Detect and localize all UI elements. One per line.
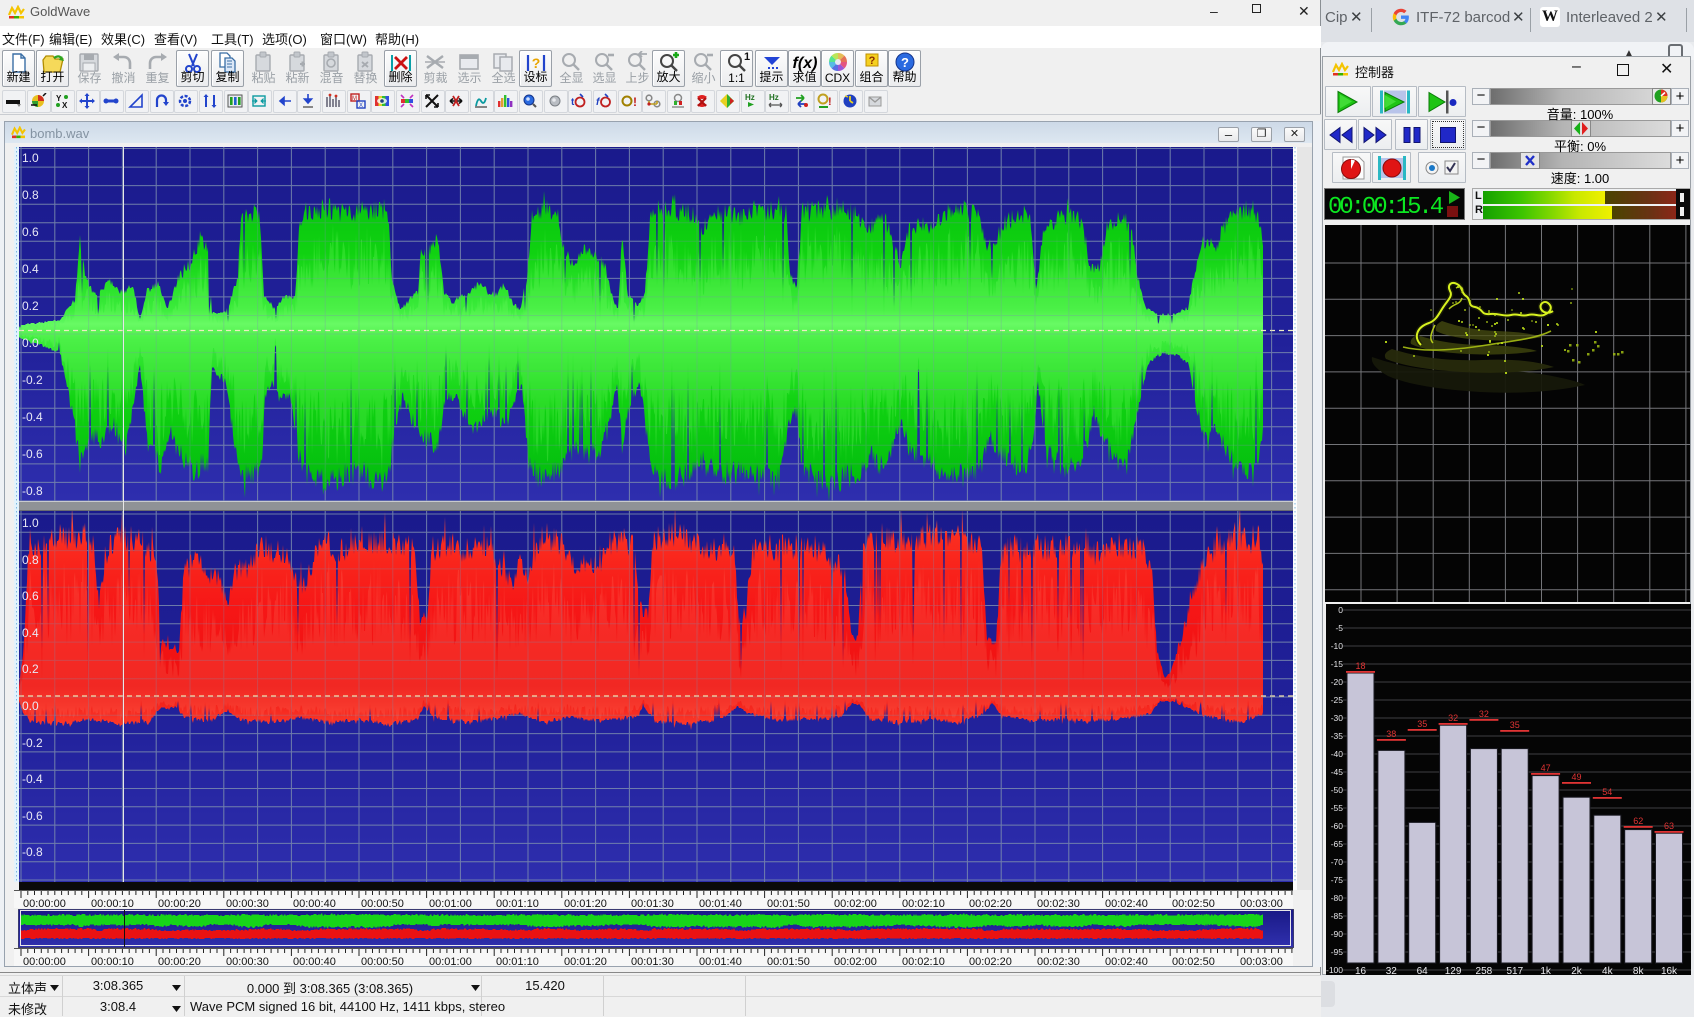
- svg-text:35: 35: [1417, 719, 1427, 729]
- svg-text:32: 32: [1448, 713, 1458, 723]
- svg-text:129: 129: [1445, 966, 1462, 975]
- svg-text:-85: -85: [1331, 911, 1344, 921]
- svg-text:-80: -80: [1331, 893, 1344, 903]
- svg-text:-0.2: -0.2: [22, 736, 43, 750]
- svg-text:-100: -100: [1326, 965, 1343, 975]
- svg-text:-60: -60: [1331, 821, 1344, 831]
- svg-text:-45: -45: [1331, 767, 1344, 777]
- svg-text:0: 0: [1338, 605, 1343, 615]
- svg-text:-0.4: -0.4: [22, 410, 43, 424]
- svg-text:-15: -15: [1331, 659, 1344, 669]
- svg-text:0.2: 0.2: [22, 662, 39, 676]
- svg-text:0.2: 0.2: [22, 299, 39, 313]
- svg-text:63: 63: [1664, 821, 1674, 831]
- svg-text:0.0: 0.0: [22, 336, 39, 350]
- svg-text:8k: 8k: [1633, 966, 1645, 975]
- svg-text:49: 49: [1571, 772, 1581, 782]
- svg-text:-90: -90: [1331, 929, 1344, 939]
- svg-text:0.0: 0.0: [22, 699, 39, 713]
- svg-text:32: 32: [1479, 709, 1489, 719]
- svg-text:0.8: 0.8: [22, 188, 39, 202]
- svg-text:38: 38: [1386, 729, 1396, 739]
- svg-text:-50: -50: [1331, 785, 1344, 795]
- svg-text:2k: 2k: [1571, 966, 1583, 975]
- svg-text:-95: -95: [1331, 947, 1344, 957]
- svg-text:0.6: 0.6: [22, 589, 39, 603]
- svg-text:18: 18: [1355, 661, 1365, 671]
- svg-text:-0.4: -0.4: [22, 772, 43, 786]
- svg-text:-65: -65: [1331, 839, 1344, 849]
- svg-text:-75: -75: [1331, 875, 1344, 885]
- svg-text:64: 64: [1417, 966, 1429, 975]
- svg-text:-5: -5: [1335, 623, 1343, 633]
- svg-text:47: 47: [1541, 763, 1551, 773]
- svg-text:-10: -10: [1331, 641, 1344, 651]
- svg-text:-20: -20: [1331, 677, 1344, 687]
- svg-text:-55: -55: [1331, 803, 1344, 813]
- svg-text:4k: 4k: [1602, 966, 1614, 975]
- svg-text:-0.6: -0.6: [22, 809, 43, 823]
- svg-text:-0.8: -0.8: [22, 845, 43, 859]
- svg-text:35: 35: [1510, 720, 1520, 730]
- svg-text:16k: 16k: [1661, 966, 1678, 975]
- svg-text:0.4: 0.4: [22, 262, 39, 276]
- svg-text:1k: 1k: [1540, 966, 1552, 975]
- svg-text:1.0: 1.0: [22, 516, 39, 530]
- svg-text:54: 54: [1602, 787, 1612, 797]
- svg-text:0.8: 0.8: [22, 553, 39, 567]
- svg-text:62: 62: [1633, 816, 1643, 826]
- svg-text:-40: -40: [1331, 749, 1344, 759]
- svg-text:1.0: 1.0: [22, 151, 39, 165]
- svg-text:258: 258: [1476, 966, 1493, 975]
- svg-text:0.6: 0.6: [22, 225, 39, 239]
- svg-text:16: 16: [1355, 966, 1367, 975]
- svg-text:517: 517: [1506, 966, 1523, 975]
- svg-text:-25: -25: [1331, 695, 1344, 705]
- svg-text:32: 32: [1386, 966, 1398, 975]
- svg-text:-0.2: -0.2: [22, 373, 43, 387]
- svg-text:-0.8: -0.8: [22, 484, 43, 498]
- svg-text:-35: -35: [1331, 731, 1344, 741]
- svg-text:-0.6: -0.6: [22, 447, 43, 461]
- svg-text:-70: -70: [1331, 857, 1344, 867]
- svg-text:0.4: 0.4: [22, 626, 39, 640]
- svg-text:-30: -30: [1331, 713, 1344, 723]
